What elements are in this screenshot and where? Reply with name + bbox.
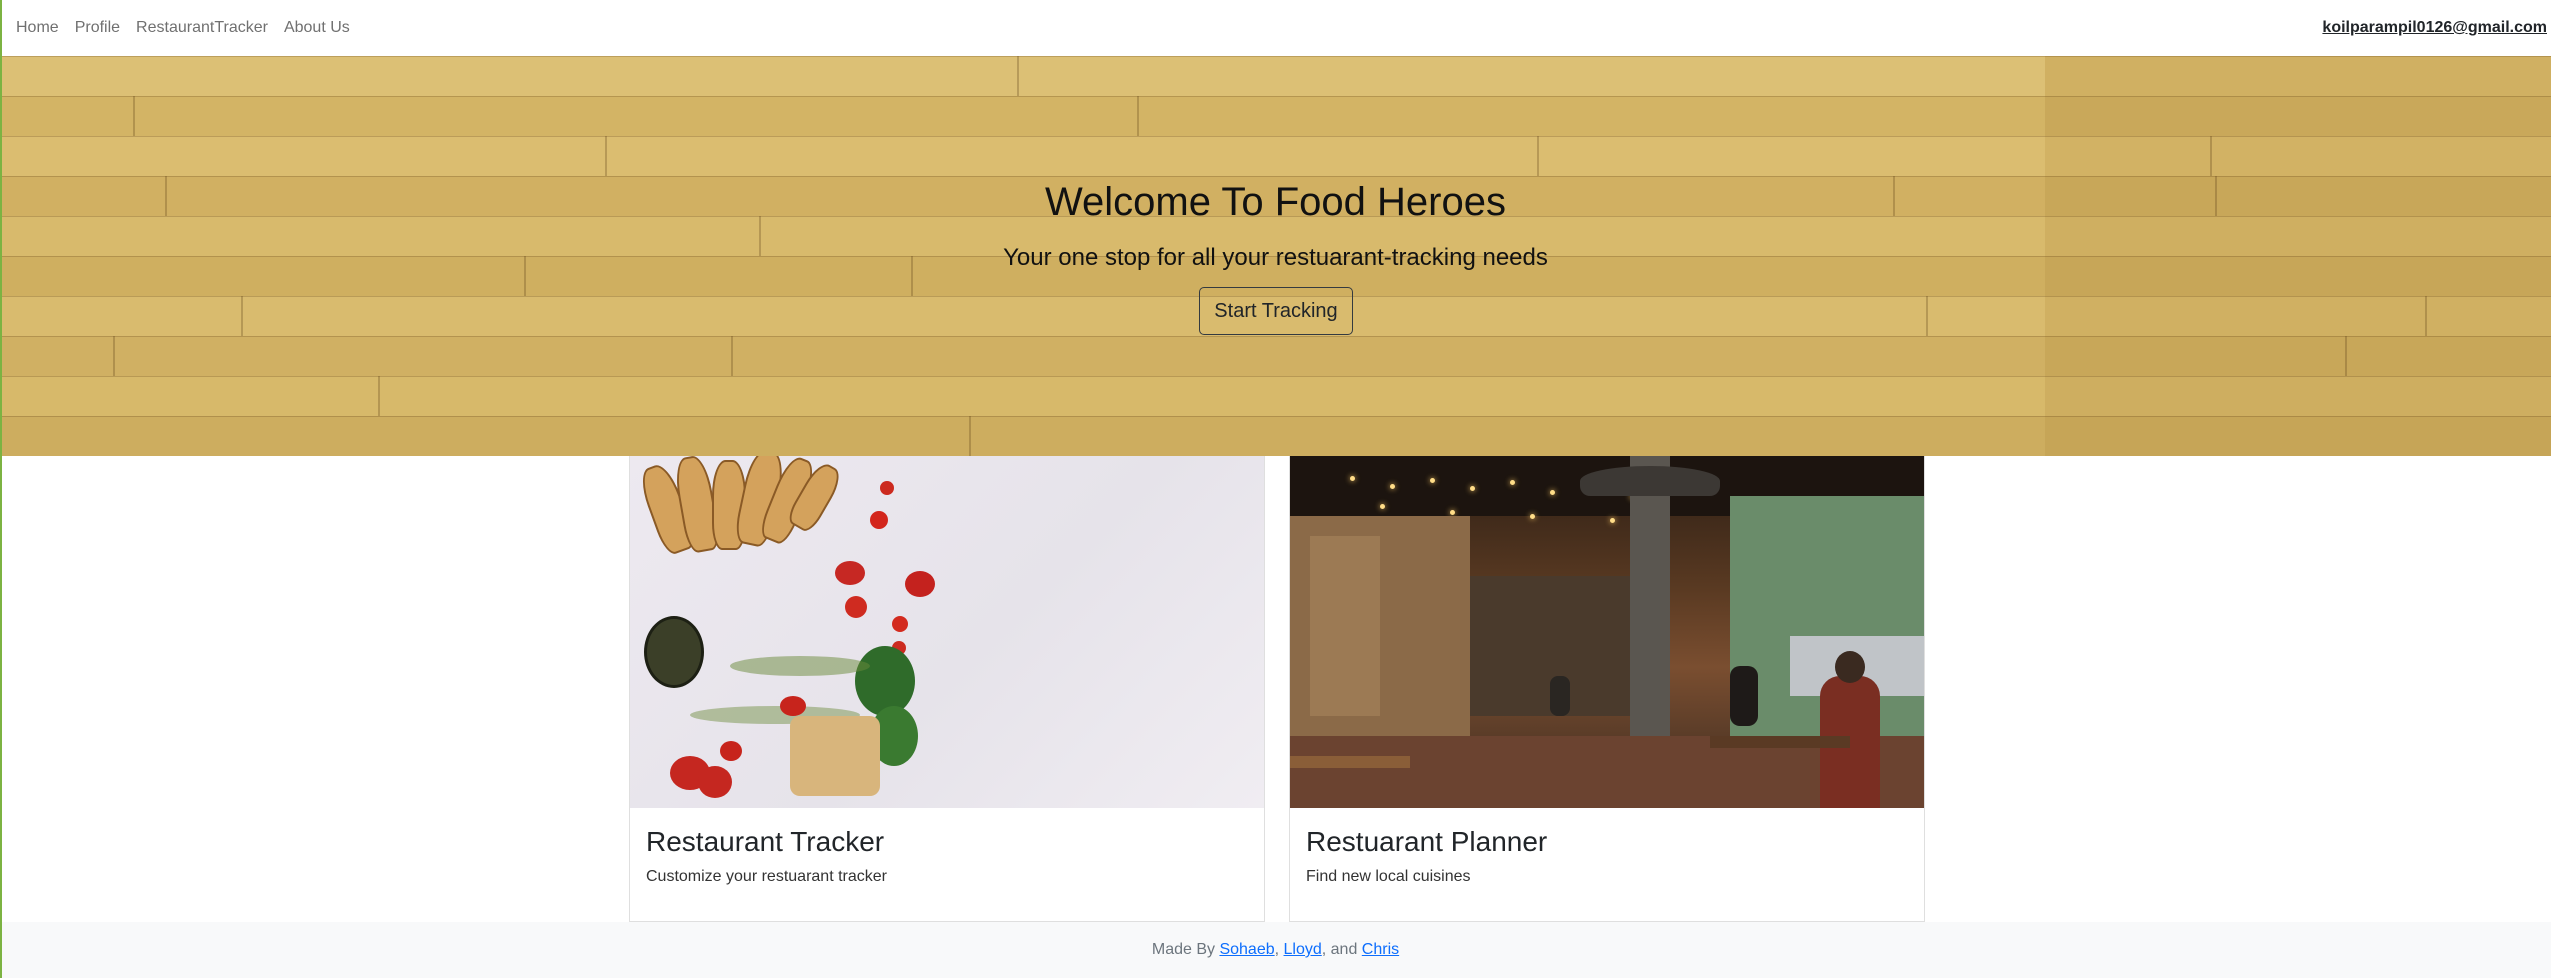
author-link-chris[interactable]: Chris [1362,941,1399,958]
nav-links: Home Profile RestaurantTracker About Us [16,0,358,56]
start-tracking-button[interactable]: Start Tracking [1199,287,1353,335]
footer-prefix: Made By [1151,941,1220,958]
card-body: Restuarant Planner Find new local cuisin… [1290,808,1924,904]
footer: Made By Sohaeb, Lloyd, and Chris [0,922,2551,978]
footer-separator: , and [1321,941,1362,958]
card-body: Restaurant Tracker Customize your restua… [630,808,1264,904]
nav-link-restaurant-tracker[interactable]: RestaurantTracker [128,0,276,56]
author-link-lloyd[interactable]: Lloyd [1284,941,1322,958]
card-title: Restuarant Planner [1306,826,1548,857]
footer-separator: , [1274,941,1284,958]
user-email-link[interactable]: koilparampil0126@gmail.com [2322,19,2547,37]
card-text: Customize your restuarant tracker [646,868,887,885]
hero-title: Welcome To Food Heroes [1045,180,1506,224]
nav-link-profile[interactable]: Profile [67,0,128,56]
top-navbar: Home Profile RestaurantTracker About Us … [0,0,2551,56]
hero-banner: Welcome To Food Heroes Your one stop for… [0,56,2551,456]
food-flatlay-image [630,456,1264,808]
hero-content: Welcome To Food Heroes Your one stop for… [0,56,2551,456]
hero-subtitle: Your one stop for all your restuarant-tr… [1003,244,1548,271]
author-link-sohaeb[interactable]: Sohaeb [1219,941,1274,958]
restaurant-patio-image [1290,456,1924,808]
card-restaurant-planner: Restuarant Planner Find new local cuisin… [1289,456,1925,922]
left-edge-line [0,0,2,978]
card-restaurant-tracker: Restaurant Tracker Customize your restua… [629,456,1265,922]
nav-link-about-us[interactable]: About Us [276,0,358,56]
card-text: Find new local cuisines [1306,868,1471,885]
nav-link-home[interactable]: Home [16,0,67,56]
card-title: Restaurant Tracker [646,826,885,857]
